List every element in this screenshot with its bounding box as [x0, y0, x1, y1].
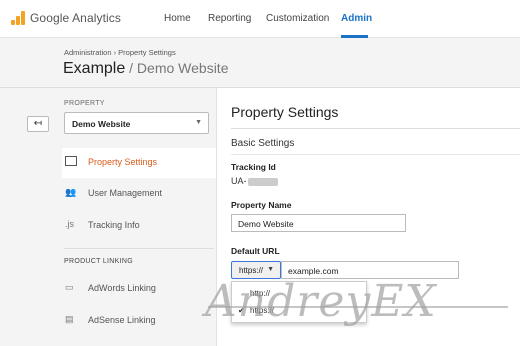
default-url-value: example.com [288, 266, 339, 276]
analytics-logo-icon [11, 11, 26, 25]
watermark-logo: AndreyEX [205, 276, 437, 327]
app-name: Google Analytics [30, 11, 121, 25]
sidebar-item-label: AdSense Linking [88, 315, 156, 325]
panel-divider [231, 128, 520, 129]
adsense-icon: ▤ [65, 314, 74, 324]
property-name-input-value: Demo Website [238, 219, 294, 229]
tracking-id-value: UA- [231, 176, 278, 186]
sidebar-item-tracking-info[interactable]: .js Tracking Info [62, 211, 216, 241]
redacted-blur [247, 177, 278, 186]
sidebar-item-user-management[interactable]: 👥 User Management [62, 179, 216, 209]
property-section-label: PROPERTY [64, 100, 105, 107]
page-title: Example / Demo Website [63, 60, 228, 78]
property-name: Demo Website [136, 60, 229, 76]
default-url-label: Default URL [231, 246, 280, 256]
panel-title: Property Settings [231, 104, 339, 120]
account-name: Example [63, 60, 126, 77]
property-selector[interactable]: Demo Website ▼ [64, 112, 209, 134]
adwords-icon: ▭ [65, 282, 74, 292]
title-separator: / [125, 60, 137, 76]
sidebar-item-adwords-linking[interactable]: ▭ AdWords Linking [62, 274, 216, 304]
watermark-underline [208, 306, 508, 308]
users-icon: 👥 [65, 187, 77, 197]
nav-reporting[interactable]: Reporting [208, 13, 251, 24]
sidebar-divider [64, 248, 214, 249]
basic-settings-heading: Basic Settings [231, 138, 295, 149]
back-arrow-icon: ↤ [33, 118, 43, 129]
back-button[interactable]: ↤ [27, 116, 49, 132]
tracking-id-label: Tracking Id [231, 162, 276, 172]
chevron-down-icon: ▼ [267, 266, 274, 273]
admin-sidebar: ↤ PROPERTY Demo Website ▼ Property Setti… [0, 88, 228, 346]
sidebar-item-label: Tracking Info [88, 220, 140, 230]
chevron-down-icon: ▼ [195, 119, 202, 126]
section-divider [231, 154, 520, 155]
sidebar-item-label: Property Settings [88, 157, 158, 167]
sidebar-item-adsense-linking[interactable]: ▤ AdSense Linking [62, 306, 216, 336]
property-name-input[interactable]: Demo Website [231, 214, 406, 232]
product-linking-label: PRODUCT LINKING [64, 258, 133, 265]
nav-home[interactable]: Home [164, 13, 191, 24]
top-navigation-bar: Google Analytics Home Reporting Customiz… [0, 0, 520, 38]
sidebar-item-label: AdWords Linking [88, 283, 156, 293]
nav-admin[interactable]: Admin [341, 13, 372, 24]
page-header: Administration › Property Settings Examp… [0, 38, 520, 88]
protocol-selected: https:// [239, 266, 264, 275]
property-selector-value: Demo Website [72, 119, 131, 129]
js-icon: .js [65, 219, 74, 229]
breadcrumb[interactable]: Administration › Property Settings [64, 48, 176, 57]
property-box-icon [65, 156, 79, 168]
property-name-label: Property Name [231, 200, 292, 210]
google-analytics-logo[interactable]: Google Analytics [11, 11, 121, 25]
sidebar-item-property-settings[interactable]: Property Settings [62, 148, 228, 178]
sidebar-item-label: User Management [88, 188, 163, 198]
nav-customization[interactable]: Customization [266, 13, 329, 24]
